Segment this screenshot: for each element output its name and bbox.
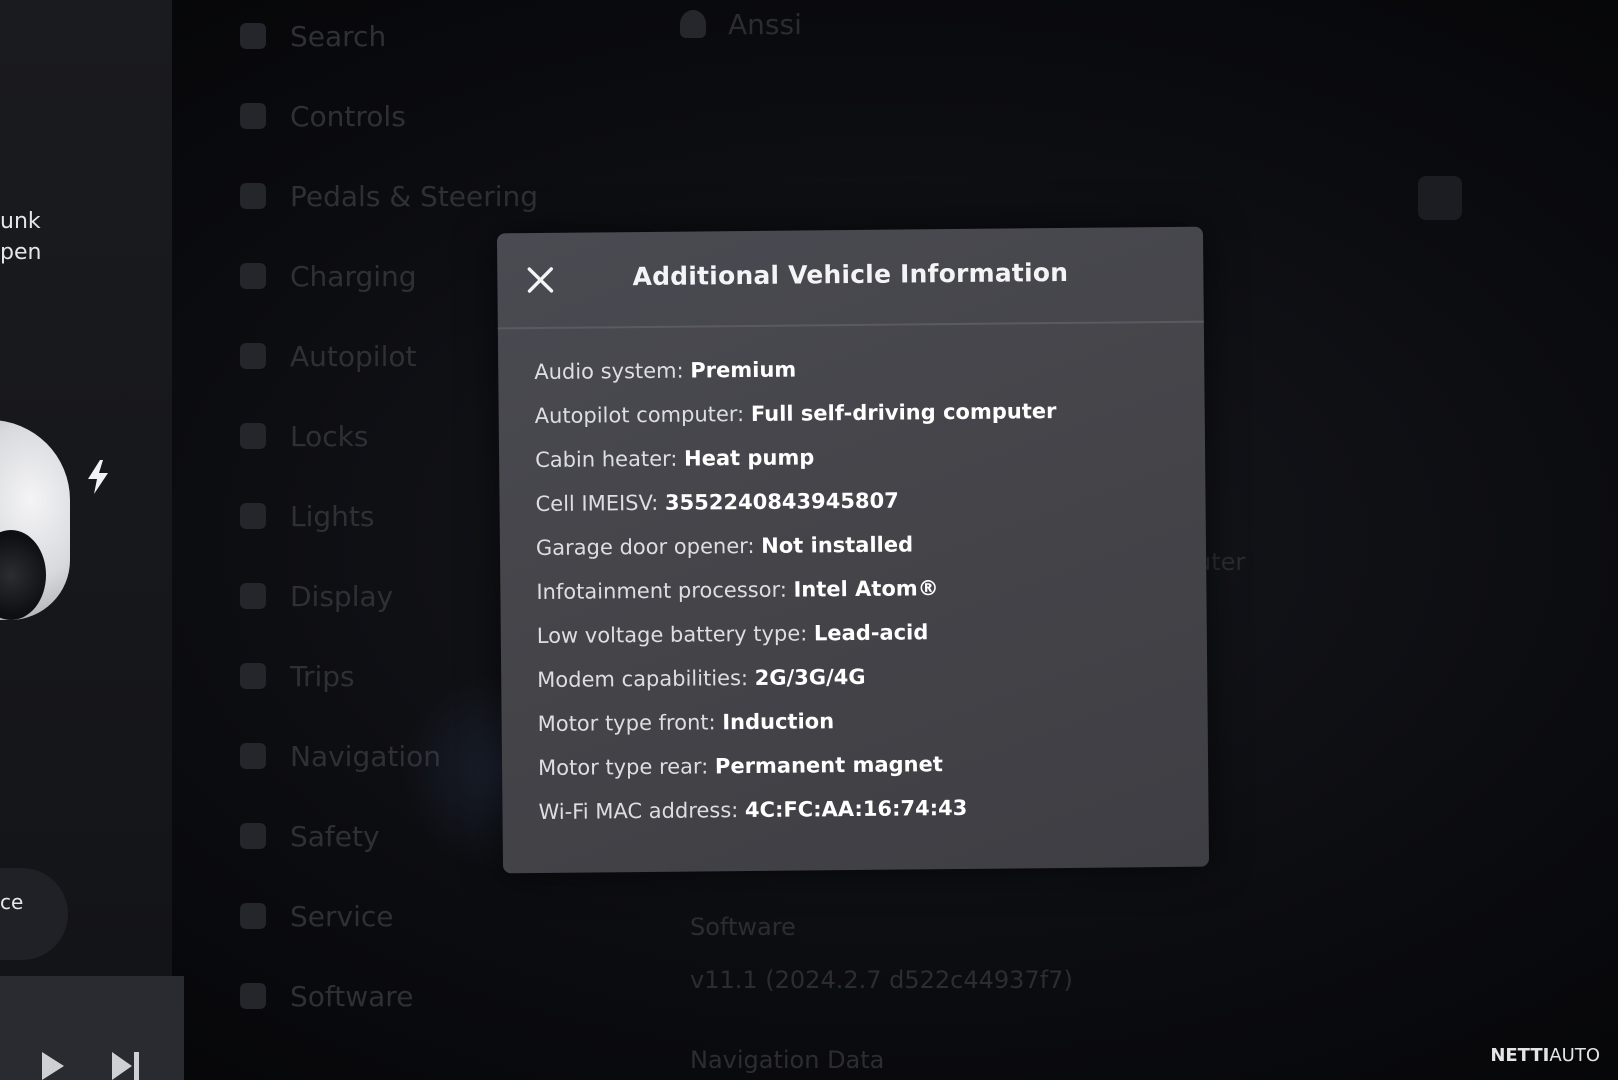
info-value: 4C:FC:AA:16:74:43 [744,795,968,823]
car-panel: unk pen ce [0,0,172,1080]
info-value: Intel Atom® [793,576,939,602]
info-value: Heat pump [683,445,815,471]
menu-item-label: Autopilot [290,339,417,373]
info-row-garage-door-opener: Garage door opener: Not installed [536,527,1186,577]
device-button[interactable] [0,868,68,960]
info-value: 2G/3G/4G [754,664,866,690]
menu-item-label: Pedals & Steering [290,179,539,213]
info-value: Not installed [761,532,914,558]
menu-item-label: Display [290,579,394,613]
info-label: Infotainment processor: [536,577,794,605]
menu-item-display[interactable]: Display [240,576,393,616]
trips-icon [240,663,266,689]
lock-icon [240,423,266,449]
info-label: Modem capabilities: [537,665,755,693]
menu-item-label: Service [290,899,394,933]
info-label: Garage door opener: [535,533,762,561]
navigation-data-heading: Navigation Data [690,1046,885,1074]
software-version: v11.1 (2024.2.7 d522c44937f7) [690,966,1073,994]
info-row-low-voltage-battery: Low voltage battery type: Lead-acid [537,615,1187,665]
autopilot-icon [240,343,266,369]
menu-item-label: Controls [290,99,406,133]
user-name: Anssi [728,7,802,41]
info-row-motor-type-front: Motor type front: Induction [538,703,1188,753]
menu-item-pedals-steering[interactable]: Pedals & Steering [240,176,538,216]
menu-item-label: Safety [290,819,380,853]
info-label: Cell IMEISV: [535,490,666,517]
info-row-cell-imeisv: Cell IMEISV: 3552240843945807 [535,483,1185,533]
info-row-infotainment-processor: Infotainment processor: Intel Atom® [536,571,1186,621]
menu-item-controls[interactable]: Controls [240,96,406,136]
light-icon [240,503,266,529]
info-value: Lead-acid [813,620,929,646]
menu-item-trips[interactable]: Trips [240,656,355,696]
info-label: Cabin heater: [535,446,685,473]
media-bar [0,976,184,1080]
info-value: 3552240843945807 [664,488,899,515]
menu-item-label: Charging [290,259,417,293]
menu-item-autopilot[interactable]: Autopilot [240,336,416,376]
watermark-bold: NETTI [1490,1045,1550,1066]
skip-next-icon[interactable] [112,1052,142,1080]
vehicle-info-modal: Additional Vehicle Information Audio sys… [496,226,1210,874]
trunk-status-line2: pen [0,240,42,265]
steering-wheel-icon [240,183,266,209]
menu-item-charging[interactable]: Charging [240,256,417,296]
info-value: Induction [722,709,835,735]
info-label: Autopilot computer: [534,401,751,429]
menu-item-service[interactable]: Service [240,896,393,936]
menu-item-label: Trips [290,659,355,693]
watermark-regular: AUTO [1549,1045,1600,1066]
search-icon [240,23,266,49]
menu-item-lights[interactable]: Lights [240,496,374,536]
menu-item-search[interactable]: Search [240,16,386,56]
menu-item-label: Lights [290,499,375,533]
info-value: Permanent magnet [714,752,943,779]
info-row-wifi-mac-address: Wi-Fi MAC address: 4C:FC:AA:16:74:43 [538,791,1188,841]
lightning-bolt-icon[interactable] [86,460,110,494]
info-value: Premium [690,357,797,383]
menu-item-software[interactable]: Software [240,976,413,1016]
info-row-motor-type-rear: Motor type rear: Permanent magnet [538,747,1188,797]
car-icon [240,103,266,129]
trunk-status[interactable]: unk pen [0,206,41,268]
watermark-logo: NETTIAUTO [1490,1045,1600,1066]
trunk-status-line1: unk [0,209,41,234]
info-label: Low voltage battery type: [536,621,815,649]
wrench-icon [240,903,266,929]
menu-item-safety[interactable]: Safety [240,816,380,856]
menu-item-locks[interactable]: Locks [240,416,368,456]
info-value: Full self-driving computer [750,399,1057,426]
user-icon [680,10,706,38]
info-row-modem-capabilities: Modem capabilities: 2G/3G/4G [537,659,1187,709]
modal-header: Additional Vehicle Information [496,226,1204,330]
vehicle-info-list: Audio system: Premium Autopilot computer… [534,351,1189,841]
charging-icon [240,263,266,289]
info-row-audio-system: Audio system: Premium [534,351,1184,401]
download-icon [240,983,266,1009]
device-button-label: ce [0,890,24,914]
screen: unk pen ce Search Controls Pedals & Stee… [0,0,1618,1080]
display-icon [240,583,266,609]
info-row-autopilot-computer: Autopilot computer: Full self-driving co… [535,395,1185,445]
menu-item-label: Search [290,19,387,53]
toggle-button[interactable] [1418,176,1462,220]
info-label: Motor type rear: [537,754,716,781]
info-label: Audio system: [534,358,691,385]
info-label: Wi-Fi MAC address: [538,798,746,825]
info-row-cabin-heater: Cabin heater: Heat pump [535,439,1185,489]
menu-item-label: Software [290,979,414,1013]
user-profile[interactable]: Anssi [680,4,802,44]
safety-icon [240,823,266,849]
play-icon[interactable] [40,1052,66,1080]
navigation-icon [240,743,266,769]
menu-item-label: Locks [290,419,369,453]
software-heading: Software [690,913,796,941]
info-label: Motor type front: [537,710,723,737]
modal-title: Additional Vehicle Information [632,257,1069,292]
